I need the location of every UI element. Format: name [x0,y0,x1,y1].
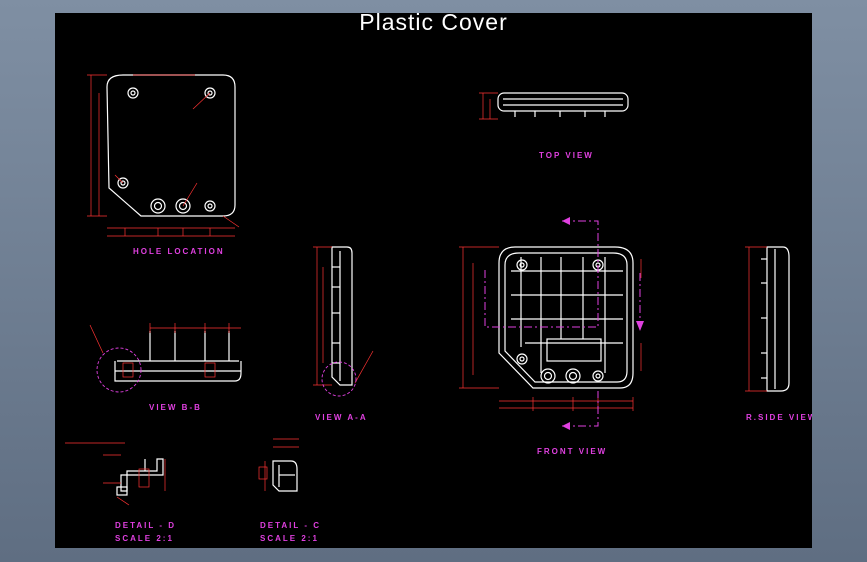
front-view-label: FRONT VIEW [537,447,608,456]
rside-view [761,246,790,392]
top-view-dimensions [479,92,498,120]
detail-c-marker [321,361,357,397]
cad-drawing [65,74,790,506]
front-view [498,246,634,389]
hole-location-dimensions [87,74,240,237]
detail-d-scale-label: SCALE 2:1 [115,534,174,543]
view-aa-label: VIEW A-A [315,413,368,422]
rside-view-dimensions [745,246,767,392]
detail-d-marker [96,347,142,393]
view-bb-label: VIEW B-B [149,403,202,412]
drawing-sheet: Plastic Cover HOLE LOCATION TOP VIEW VIE… [55,13,812,548]
hole-location-view [106,74,236,217]
view-aa-dimensions [313,246,374,386]
rside-view-label: R.SIDE VIEW [746,413,812,422]
view-bb-dimensions [89,323,241,378]
detail-c-label: DETAIL - C [260,521,322,530]
hole-location-label: HOLE LOCATION [133,247,225,256]
top-view [497,92,629,117]
section-line-bb [484,220,641,427]
detail-d [116,458,164,496]
detail-c-scale-label: SCALE 2:1 [260,534,319,543]
detail-c [272,460,298,492]
detail-d-label: DETAIL - D [115,521,177,530]
view-aa [331,246,353,386]
drawing-title: Plastic Cover [359,13,508,35]
detail-d-dimensions [65,442,166,506]
view-bb [114,331,242,382]
section-arrows [562,217,644,430]
top-view-label: TOP VIEW [539,151,594,160]
